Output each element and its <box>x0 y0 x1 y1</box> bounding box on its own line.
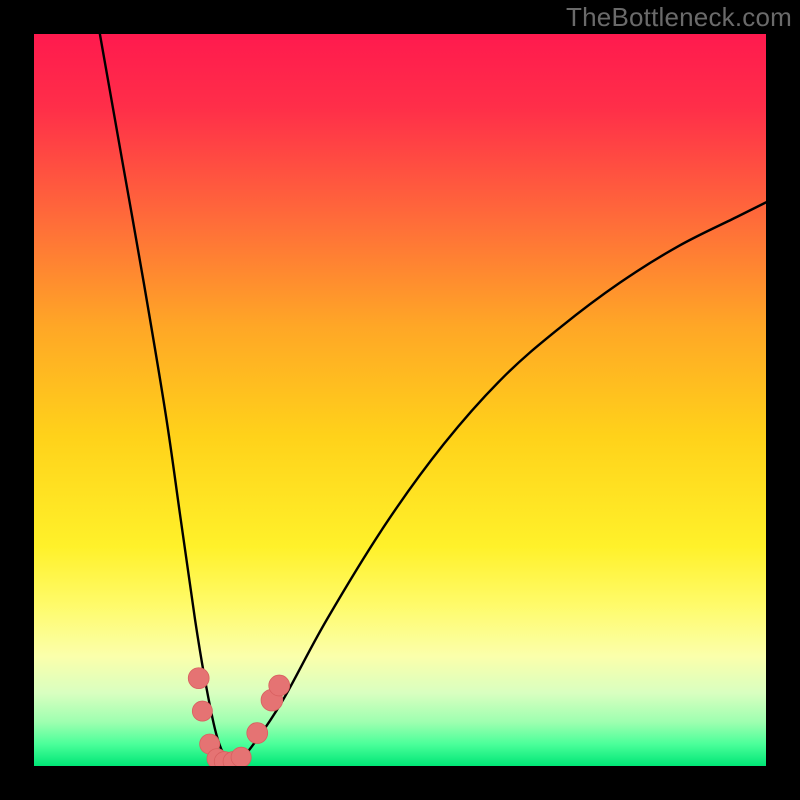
data-marker <box>192 701 212 721</box>
data-marker <box>247 723 268 744</box>
gradient-background <box>34 34 766 766</box>
data-marker <box>231 747 251 766</box>
data-marker <box>269 675 290 696</box>
chart-svg <box>34 34 766 766</box>
plot-area <box>34 34 766 766</box>
chart-frame: TheBottleneck.com <box>0 0 800 800</box>
watermark-text: TheBottleneck.com <box>566 2 792 33</box>
data-marker <box>188 668 209 689</box>
